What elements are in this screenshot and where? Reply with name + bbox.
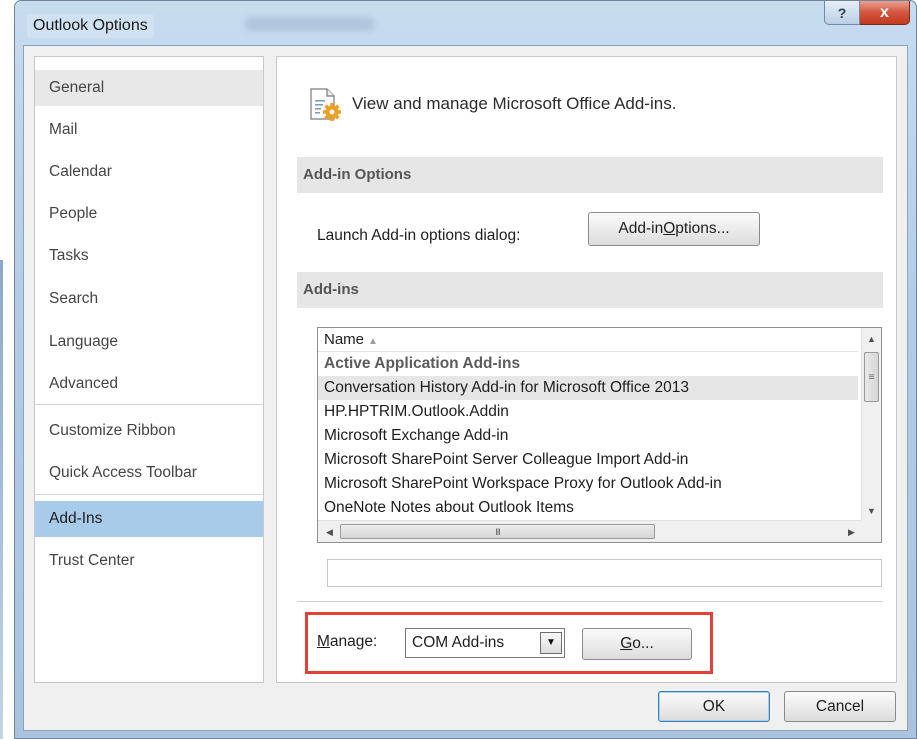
scroll-right-arrow-icon[interactable]: ▶ — [842, 523, 861, 541]
nav-item-add-ins[interactable]: Add-Ins — [35, 501, 263, 537]
nav-item-search[interactable]: Search — [35, 281, 263, 317]
list-item[interactable]: OneNote Notes about Outlook Items — [318, 496, 858, 520]
background-strip — [0, 0, 14, 739]
close-button[interactable]: x — [860, 1, 910, 25]
caption-buttons: ? x — [824, 1, 910, 25]
horizontal-scrollbar[interactable]: ◀ III ▶ — [318, 520, 863, 542]
list-item[interactable]: Microsoft SharePoint Workspace Proxy for… — [318, 472, 858, 496]
add-ins-list[interactable]: Name ▲ Active Application Add-ins Convers… — [317, 327, 882, 543]
vertical-scroll-thumb[interactable]: ≡ — [864, 352, 879, 402]
title-bar[interactable]: Outlook Options ? x — [15, 1, 916, 45]
nav-item-customize-ribbon[interactable]: Customize Ribbon — [35, 413, 263, 449]
section-header-add-in-options: Add-in Options — [297, 157, 883, 193]
list-item[interactable]: Microsoft Exchange Add-in — [318, 424, 858, 448]
manage-dropdown-value: COM Add-ins — [412, 634, 505, 651]
list-item[interactable]: Microsoft SharePoint Server Colleague Im… — [318, 448, 858, 472]
options-navigation: General Mail Calendar People Tasks Searc… — [34, 56, 264, 683]
cancel-button[interactable]: Cancel — [784, 691, 896, 722]
button-label-part: ptions... — [675, 220, 730, 237]
nav-item-mail[interactable]: Mail — [35, 112, 263, 148]
horizontal-scroll-thumb[interactable]: III — [340, 524, 655, 539]
scroll-left-arrow-icon[interactable]: ◀ — [320, 523, 339, 541]
manage-highlight-box: Manage: COM Add-ins ▼ Go... — [305, 612, 713, 674]
window-title: Outlook Options — [27, 14, 154, 38]
outlook-options-window: Outlook Options ? x General Mail Calenda… — [14, 0, 917, 739]
section-divider — [297, 601, 883, 602]
add-in-options-button[interactable]: Add-in Options... — [588, 212, 760, 246]
list-item[interactable]: Conversation History Add-in for Microsof… — [318, 376, 858, 400]
ok-button[interactable]: OK — [658, 691, 770, 722]
vertical-scrollbar[interactable]: ▲ ≡ ▼ — [861, 328, 881, 522]
column-header-label: Name — [324, 331, 365, 348]
accelerator-key: G — [620, 635, 633, 652]
scroll-corner — [861, 520, 881, 542]
button-label-part: Add-in — [618, 220, 664, 237]
help-button[interactable]: ? — [824, 1, 860, 25]
manage-label-text: anage: — [329, 633, 378, 650]
sort-ascending-icon: ▲ — [368, 336, 378, 347]
nav-item-people[interactable]: People — [35, 196, 263, 232]
dropdown-arrow-icon[interactable]: ▼ — [540, 632, 562, 654]
add-in-details-box — [327, 559, 882, 587]
scroll-down-arrow-icon[interactable]: ▼ — [862, 502, 881, 520]
nav-item-calendar[interactable]: Calendar — [35, 154, 263, 190]
nav-item-advanced[interactable]: Advanced — [35, 366, 263, 402]
column-header-name[interactable]: Name ▲ — [318, 328, 858, 352]
accelerator-key: M — [317, 633, 330, 650]
nav-item-trust-center[interactable]: Trust Center — [35, 543, 263, 579]
dialog-client: General Mail Calendar People Tasks Searc… — [23, 45, 908, 731]
manage-label: Manage: — [317, 633, 377, 651]
go-button[interactable]: Go... — [582, 628, 692, 660]
launch-options-label: Launch Add-in options dialog: — [317, 227, 521, 244]
list-item[interactable]: HP.HPTRIM.Outlook.Addin — [318, 400, 858, 424]
add-ins-pane: View and manage Microsoft Office Add-ins… — [276, 56, 897, 683]
go-button-label: o... — [632, 635, 654, 652]
scroll-up-arrow-icon[interactable]: ▲ — [862, 330, 881, 348]
section-header-add-ins: Add-ins — [297, 272, 883, 308]
manage-dropdown[interactable]: COM Add-ins ▼ — [405, 628, 565, 658]
accelerator-key: O — [663, 220, 676, 237]
nav-item-quick-access-toolbar[interactable]: Quick Access Toolbar — [35, 455, 263, 491]
nav-item-language[interactable]: Language — [35, 324, 263, 360]
nav-item-tasks[interactable]: Tasks — [35, 238, 263, 274]
blurred-title-fragment — [245, 17, 375, 31]
page-title: View and manage Microsoft Office Add-ins… — [352, 94, 677, 113]
nav-separator — [35, 404, 263, 405]
addins-gear-document-icon — [310, 88, 341, 121]
nav-item-general[interactable]: General — [35, 70, 263, 106]
group-header: Active Application Add-ins — [324, 355, 521, 372]
nav-separator — [35, 494, 263, 495]
